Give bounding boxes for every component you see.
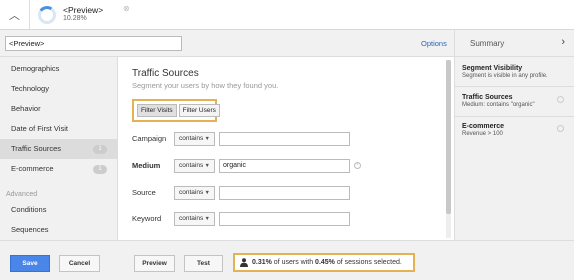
options-link[interactable]: Options (421, 39, 447, 48)
footer-bar: Save Cancel Preview Test 0.31% of users … (0, 240, 574, 280)
source-label: Source (132, 188, 156, 197)
person-icon (240, 258, 248, 267)
sidebar-item-label: Behavior (11, 104, 41, 113)
percent-ring-icon (36, 4, 58, 26)
summary-panel: Summary › Segment Visibility Segment is … (454, 30, 574, 240)
segment-name-input[interactable] (5, 36, 182, 51)
segment-bar: ︿ <Preview> 10.28% ⊗ (0, 0, 574, 30)
source-operator-select[interactable]: contains ▼ (174, 186, 215, 200)
sidebar-item-conditions[interactable]: Conditions (0, 200, 118, 220)
sidebar-item-behavior[interactable]: Behavior (0, 99, 118, 119)
sidebar-item-demographics[interactable]: Demographics (0, 59, 118, 79)
remove-condition-icon[interactable] (557, 125, 564, 132)
sidebar-item-date-of-first-visit[interactable]: Date of First Visit (0, 119, 118, 139)
scrollbar-thumb[interactable] (446, 60, 451, 214)
divider (455, 116, 574, 117)
summary-item-detail: Medium: contains "organic" (462, 102, 535, 108)
operator-value: contains (179, 162, 204, 169)
traffic-sources-panel: Traffic Sources Segment your users by ho… (118, 57, 454, 240)
users-percent: 0.31% (252, 259, 272, 266)
summary-item-e-commerce[interactable]: E-commerce Revenue > 100 (462, 123, 568, 137)
filter-toggle-group: Filter Visits Filter Users (132, 99, 220, 122)
filter-visits-button[interactable]: Filter Visits (137, 104, 177, 117)
segment-card[interactable]: <Preview> 10.28% ⊗ (34, 2, 138, 28)
summary-item-traffic-sources[interactable]: Traffic Sources Medium: contains "organi… (462, 94, 568, 108)
operator-value: contains (179, 215, 204, 222)
panel-title: Traffic Sources (132, 68, 199, 79)
keyword-label: Keyword (132, 214, 162, 223)
sidebar-item-e-commerce[interactable]: E-commerce 1 (0, 159, 118, 179)
dropdown-arrow-icon: ▼ (204, 163, 210, 169)
sidebar-item-label: E-commerce (11, 164, 54, 173)
medium-operator-select[interactable]: contains ▼ (174, 159, 215, 173)
sidebar-item-label: Date of First Visit (11, 124, 68, 133)
condition-count-badge: 1 (93, 145, 107, 154)
summary-title: Summary (470, 39, 505, 48)
sidebar-item-sequences[interactable]: Sequences (0, 220, 118, 240)
cancel-button[interactable]: Cancel (59, 255, 100, 272)
medium-label: Medium (132, 161, 161, 170)
sidebar-item-label: Sequences (11, 225, 49, 234)
segment-name-bar: Options (0, 30, 454, 57)
preview-button[interactable]: Preview (134, 255, 175, 272)
sessions-percent: 0.45% (315, 259, 335, 266)
status-text: of sessions selected. (334, 259, 402, 266)
summary-item-heading: E-commerce (462, 123, 505, 130)
test-button[interactable]: Test (184, 255, 223, 272)
summary-item-heading: Traffic Sources (462, 94, 513, 101)
remove-condition-icon[interactable]: × (354, 162, 361, 169)
segment-card-percent: 10.28% (63, 15, 87, 22)
advanced-heading: Advanced (6, 191, 38, 198)
summary-item-detail: Segment is visible in any profile. (462, 73, 548, 79)
sidebar-item-label: Demographics (11, 64, 60, 73)
chevron-right-icon[interactable]: › (561, 36, 565, 48)
keyword-operator-select[interactable]: contains ▼ (174, 212, 215, 226)
summary-header[interactable]: Summary › (455, 30, 574, 57)
panel-scrollbar[interactable] (446, 60, 451, 238)
divider (455, 86, 574, 87)
dropdown-arrow-icon: ▼ (204, 216, 210, 222)
keyword-value-input[interactable] (219, 212, 350, 226)
campaign-value-input[interactable] (219, 132, 350, 146)
campaign-label: Campaign (132, 134, 167, 143)
sidebar-item-traffic-sources[interactable]: Traffic Sources 1 (0, 139, 118, 159)
save-button[interactable]: Save (10, 255, 50, 272)
segment-card-name: <Preview> (63, 5, 104, 15)
dropdown-arrow-icon: ▼ (204, 190, 210, 196)
operator-value: contains (179, 135, 204, 142)
remove-condition-icon[interactable] (557, 96, 564, 103)
selection-summary: 0.31% of users with 0.45% of sessions se… (233, 253, 415, 272)
operator-value: contains (179, 189, 204, 196)
medium-value-input[interactable]: organic (219, 159, 350, 173)
summary-item-visibility[interactable]: Segment Visibility Segment is visible in… (462, 65, 568, 79)
sidebar-item-technology[interactable]: Technology (0, 79, 118, 99)
remove-segment-icon[interactable]: ⊗ (123, 4, 130, 13)
filter-users-button[interactable]: Filter Users (178, 104, 220, 117)
condition-count-badge: 1 (93, 165, 107, 174)
source-value-input[interactable] (219, 186, 350, 200)
chevron-up-icon[interactable]: ︿ (0, 0, 30, 30)
sidebar-item-label: Technology (11, 84, 49, 93)
sidebar-item-label: Conditions (11, 205, 47, 214)
dropdown-arrow-icon: ▼ (204, 136, 210, 142)
summary-item-detail: Revenue > 100 (462, 131, 503, 137)
status-text: of users with (271, 259, 316, 266)
sidebar-item-label: Traffic Sources (11, 144, 62, 153)
summary-item-heading: Segment Visibility (462, 65, 523, 72)
category-sidebar: Demographics Technology Behavior Date of… (0, 57, 118, 240)
panel-subtitle: Segment your users by how they found you… (132, 81, 279, 90)
campaign-operator-select[interactable]: contains ▼ (174, 132, 215, 146)
